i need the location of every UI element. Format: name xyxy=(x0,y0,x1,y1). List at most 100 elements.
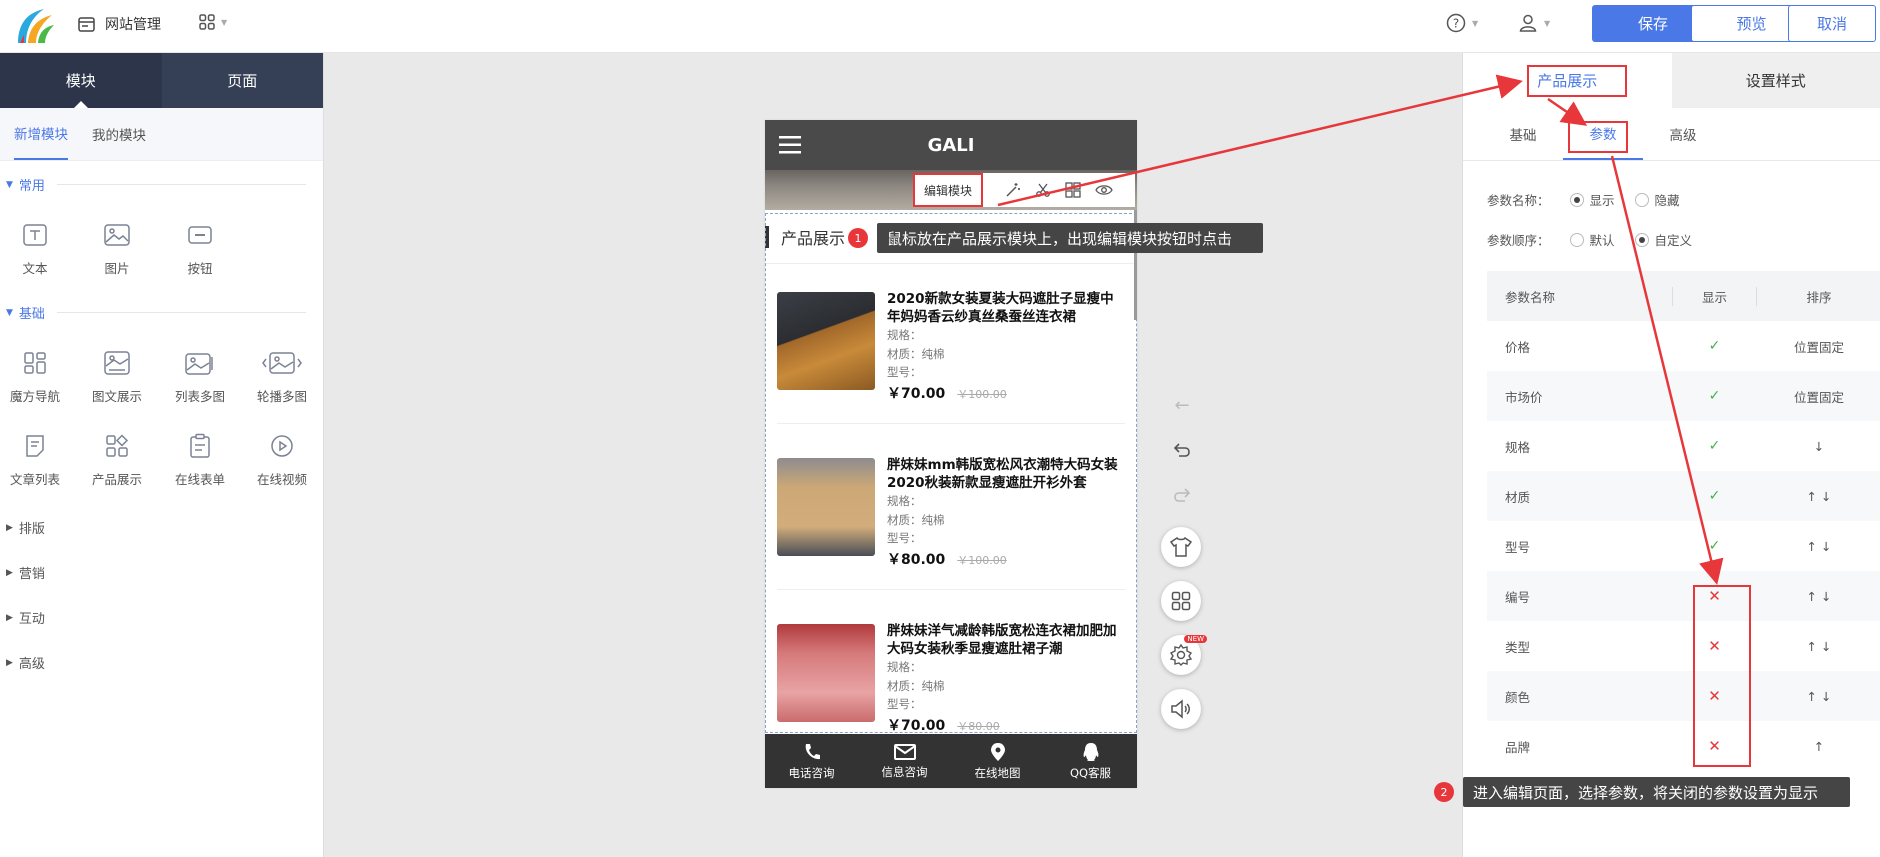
eye-icon[interactable] xyxy=(1095,183,1113,197)
product-image[interactable] xyxy=(777,292,875,390)
carousel-icon xyxy=(262,352,302,374)
product-item[interactable]: 胖妹妹mm韩版宽松风衣潮特大码女装2020秋装新款显瘦遮肚开衫外套 规格： 材质… xyxy=(777,430,1125,590)
show-toggle[interactable]: ✓ xyxy=(1672,388,1757,404)
table-header-row: 参数名称 显示 排序 xyxy=(1487,271,1880,321)
show-toggle[interactable]: ✓ xyxy=(1672,538,1757,554)
show-toggle[interactable]: ✕ xyxy=(1672,637,1757,655)
tshirt-icon xyxy=(1170,537,1192,557)
subtab-my-modules[interactable]: 我的模块 xyxy=(92,108,146,160)
help-menu[interactable]: ? ▼ xyxy=(1446,13,1478,33)
clipboard-icon xyxy=(190,433,210,458)
product-price: ￥70.00 xyxy=(887,717,946,734)
radio-custom[interactable] xyxy=(1634,232,1649,247)
radio-hide[interactable] xyxy=(1634,192,1649,207)
site-manage-button[interactable]: 网站管理 xyxy=(78,13,161,35)
tab-modules[interactable]: 模块 xyxy=(0,53,162,108)
order-arrows[interactable]: ↑ ↓ xyxy=(1757,589,1880,604)
module-carousel[interactable]: 轮播多图 xyxy=(247,348,317,405)
sound-button[interactable] xyxy=(1161,689,1201,729)
title-accent-bar xyxy=(765,225,769,248)
show-toggle[interactable]: ✓ xyxy=(1672,338,1757,354)
chevron-down-icon: ▼ xyxy=(221,17,228,27)
module-text[interactable]: 文本 xyxy=(0,220,70,277)
grid-icon[interactable] xyxy=(1065,182,1081,198)
layout-grid-button[interactable] xyxy=(1161,581,1201,621)
hamburger-menu-icon[interactable] xyxy=(779,136,801,154)
order-arrows[interactable]: ↑ ↓ xyxy=(1757,489,1880,504)
footer-qq-service[interactable]: QQ客服 xyxy=(1044,734,1137,788)
section-common[interactable]: ▼ 常用 xyxy=(6,175,306,194)
section-advanced[interactable]: ▶ 高级 xyxy=(6,653,306,672)
back-arrow-icon[interactable]: ← xyxy=(1172,395,1192,416)
param-name-cell: 颜色 xyxy=(1505,689,1531,705)
phone-site-title: GALI xyxy=(927,134,975,156)
product-image[interactable] xyxy=(777,458,875,556)
radio-default[interactable] xyxy=(1569,232,1584,247)
order-arrows[interactable]: ↑ ↓ xyxy=(1757,689,1880,704)
module-image-text[interactable]: 图文展示 xyxy=(82,348,152,405)
edit-module-button[interactable]: 编辑模块 xyxy=(913,173,983,207)
module-article-list[interactable]: 文章列表 xyxy=(0,431,70,488)
image-module-icon xyxy=(104,224,130,246)
settings-button[interactable]: NEW xyxy=(1161,635,1207,675)
cancel-button[interactable]: 取消 xyxy=(1788,5,1876,42)
radio-show[interactable] xyxy=(1569,192,1584,207)
product-name[interactable]: 胖妹妹洋气减龄韩版宽松连衣裙加肥加大码女装秋季显瘦遮肚裙子潮 xyxy=(887,622,1125,658)
left-subtabs: 新增模块 我的模块 xyxy=(0,108,323,161)
scissors-icon[interactable] xyxy=(1035,182,1051,198)
tab-style-settings[interactable]: 设置样式 xyxy=(1672,53,1880,108)
module-online-form-label: 在线表单 xyxy=(174,472,225,487)
module-online-form[interactable]: 在线表单 xyxy=(165,431,235,488)
new-badge: NEW xyxy=(1184,635,1207,643)
subtab-params[interactable]: 参数 xyxy=(1563,108,1643,160)
section-basic[interactable]: ▼ 基础 xyxy=(6,303,306,322)
apps-menu[interactable]: ▼ xyxy=(199,14,227,30)
show-toggle[interactable]: ✕ xyxy=(1672,737,1757,755)
product-image[interactable] xyxy=(777,624,875,722)
footer-phone-label: 电话咨询 xyxy=(788,765,835,780)
show-toggle[interactable]: ✕ xyxy=(1672,587,1757,605)
product-model: 型号： xyxy=(887,365,922,379)
show-toggle[interactable]: ✓ xyxy=(1672,488,1757,504)
tab-pages[interactable]: 页面 xyxy=(162,53,324,108)
order-arrows[interactable]: ↓ xyxy=(1757,439,1880,454)
subtab-advanced[interactable]: 高级 xyxy=(1643,108,1723,160)
order-arrows[interactable]: ↑ xyxy=(1757,739,1880,754)
subtab-basic[interactable]: 基础 xyxy=(1483,108,1563,160)
order-arrows[interactable]: ↑ ↓ xyxy=(1757,539,1880,554)
subtab-new-modules[interactable]: 新增模块 xyxy=(14,108,68,160)
section-layout[interactable]: ▶ 排版 xyxy=(6,518,306,537)
show-toggle[interactable]: ✓ xyxy=(1672,438,1757,454)
module-list-images[interactable]: 列表多图 xyxy=(165,348,235,405)
magic-wand-icon[interactable] xyxy=(1005,182,1021,198)
section-advanced-label: 高级 xyxy=(18,657,45,672)
footer-online-map[interactable]: 在线地图 xyxy=(951,734,1044,788)
module-image[interactable]: 图片 xyxy=(82,220,152,277)
product-item[interactable]: 胖妹妹洋气减龄韩版宽松连衣裙加肥加大码女装秋季显瘦遮肚裙子潮 规格： 材质：纯棉… xyxy=(777,596,1125,756)
user-menu[interactable]: ▼ xyxy=(1518,13,1550,33)
divider xyxy=(56,184,306,185)
module-button-label: 按钮 xyxy=(187,261,213,276)
section-interact[interactable]: ▶ 互动 xyxy=(6,608,306,627)
undo-icon[interactable] xyxy=(1172,440,1192,460)
show-toggle[interactable]: ✕ xyxy=(1672,687,1757,705)
theme-button[interactable] xyxy=(1161,527,1201,567)
module-magic-nav[interactable]: 魔方导航 xyxy=(0,348,70,405)
footer-phone-consult[interactable]: 电话咨询 xyxy=(765,734,858,788)
product-item[interactable]: 2020新款女装夏装大码遮肚子显瘦中年妈妈香云纱真丝桑蚕丝连衣裙 规格： 材质：… xyxy=(777,264,1125,424)
product-material: 材质：纯棉 xyxy=(887,346,945,361)
module-product-display[interactable]: 产品展示 xyxy=(82,431,152,488)
module-button[interactable]: 按钮 xyxy=(165,220,235,277)
module-text-label: 文本 xyxy=(22,261,48,276)
product-name[interactable]: 2020新款女装夏装大码遮肚子显瘦中年妈妈香云纱真丝桑蚕丝连衣裙 xyxy=(887,290,1125,326)
speaker-icon xyxy=(1171,699,1190,719)
section-marketing[interactable]: ▶ 营销 xyxy=(6,563,306,582)
step-2-tooltip: 进入编辑页面，选择参数，将关闭的参数设置为显示 xyxy=(1463,777,1850,807)
footer-message-consult[interactable]: 信息咨询 xyxy=(858,734,951,788)
product-name[interactable]: 胖妹妹mm韩版宽松风衣潮特大码女装2020秋装新款显瘦遮肚开衫外套 xyxy=(887,456,1125,492)
tab-product-display[interactable]: 产品展示 xyxy=(1463,53,1672,108)
order-arrows[interactable]: ↑ ↓ xyxy=(1757,639,1880,654)
caret-right-icon: ▶ xyxy=(6,612,13,623)
redo-icon[interactable] xyxy=(1172,485,1192,505)
module-online-video[interactable]: 在线视频 xyxy=(247,431,317,488)
